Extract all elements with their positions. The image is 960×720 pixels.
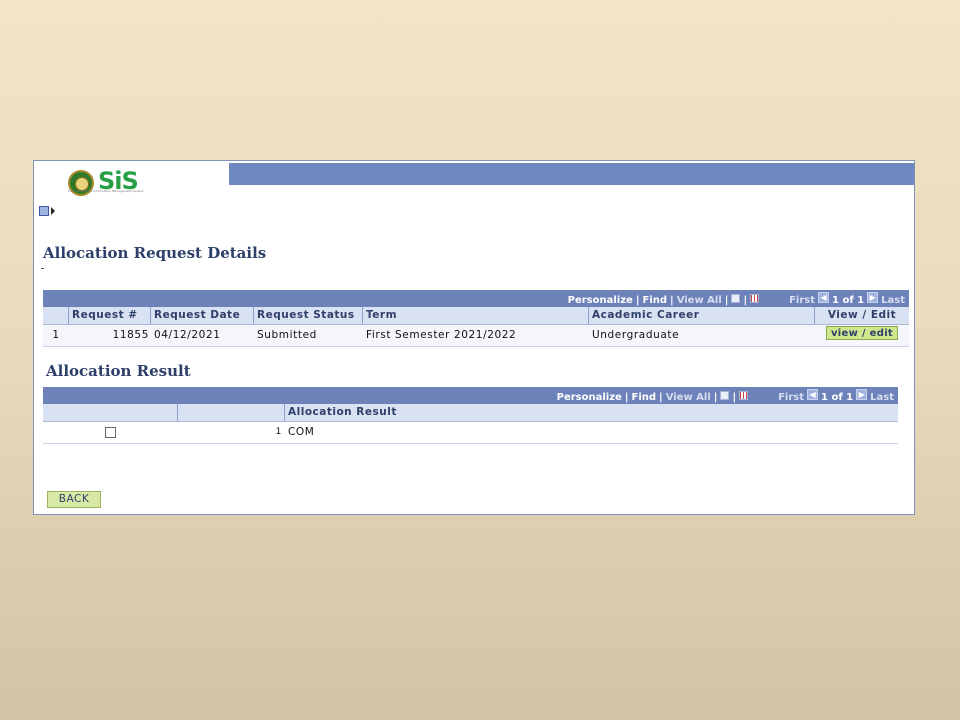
download-grid-icon[interactable] [739, 391, 749, 400]
first-link[interactable]: First [789, 295, 815, 306]
separator: | [732, 392, 737, 403]
col-academic-career[interactable]: Academic Career [589, 307, 815, 324]
next-arrow-icon[interactable]: ▶ [867, 292, 879, 303]
allocation-result-value: COM [288, 426, 315, 438]
request-status: Submitted [257, 329, 317, 341]
separator: | [659, 392, 663, 403]
col-allocation-result[interactable]: Allocation Result [285, 404, 898, 421]
row-number-header [43, 307, 69, 324]
row-number: 1 [275, 427, 282, 437]
sis-logo: SiS [68, 167, 139, 199]
zoom-icon[interactable] [720, 391, 730, 400]
col-view-edit: View / Edit [827, 309, 897, 321]
previous-arrow-icon[interactable]: ◀ [807, 389, 819, 400]
column-headers: Request # Request Date Request Status Te… [43, 307, 909, 325]
separator: | [624, 392, 629, 403]
banner-bar [229, 163, 914, 185]
separator: | [724, 295, 729, 306]
back-button[interactable]: BACK [47, 491, 101, 508]
request-date: 04/12/2021 [154, 329, 221, 341]
zoom-icon[interactable] [731, 294, 741, 303]
col-blank [178, 404, 285, 421]
allocation-result-grid: Personalize | Find | View All | | First … [43, 387, 898, 444]
separator: | [670, 295, 674, 306]
last-link[interactable]: Last [881, 295, 905, 306]
page-title: Allocation Request Details [43, 244, 267, 262]
page-count: 1 of 1 [821, 392, 854, 403]
app-window: SiS SSU-SIS Student Information Manageme… [33, 160, 915, 515]
request-number: 11855 [112, 329, 149, 341]
view-edit-cell: view / edit [815, 325, 909, 346]
find-link[interactable]: Find [631, 392, 656, 403]
row-number: 1 [52, 329, 60, 341]
top-banner [34, 161, 914, 187]
academic-career: Undergraduate [592, 329, 680, 341]
view-edit-button[interactable]: view / edit [825, 326, 899, 340]
col-select [43, 404, 178, 421]
col-term[interactable]: Term [363, 307, 589, 324]
grid-toolbar: Personalize | Find | View All | | First … [43, 387, 898, 404]
table-row: 1 11855 04/12/2021 Submitted First Semes… [43, 325, 909, 347]
request-details-grid: Personalize | Find | View All | | First … [43, 290, 909, 347]
section-title-allocation-result: Allocation Result [46, 362, 191, 380]
divider [41, 268, 44, 269]
col-request-date[interactable]: Request Date [151, 307, 254, 324]
first-link[interactable]: First [778, 392, 804, 403]
next-arrow-icon[interactable]: ▶ [856, 389, 868, 400]
last-link[interactable]: Last [870, 392, 894, 403]
view-all-link[interactable]: View All [666, 392, 711, 403]
term: First Semester 2021/2022 [366, 329, 517, 341]
logo-subtitle: SSU-SIS Student Information Management S… [68, 189, 144, 193]
previous-arrow-icon[interactable]: ◀ [818, 292, 830, 303]
menu-toggle-icon[interactable] [39, 206, 49, 216]
personalize-link[interactable]: Personalize [568, 295, 633, 306]
download-grid-icon[interactable] [750, 294, 760, 303]
find-link[interactable]: Find [642, 295, 667, 306]
separator: | [635, 295, 640, 306]
table-row: 1 COM [43, 422, 898, 444]
select-cell [43, 422, 178, 443]
separator: | [743, 295, 748, 306]
row-checkbox[interactable] [105, 426, 116, 438]
personalize-link[interactable]: Personalize [557, 392, 622, 403]
col-request-no[interactable]: Request # [69, 307, 151, 324]
column-headers: Allocation Result [43, 404, 898, 422]
view-all-link[interactable]: View All [677, 295, 722, 306]
separator: | [713, 392, 718, 403]
grid-toolbar: Personalize | Find | View All | | First … [43, 290, 909, 307]
expand-arrow-icon[interactable] [51, 207, 55, 215]
col-request-status[interactable]: Request Status [254, 307, 363, 324]
page-count: 1 of 1 [832, 295, 865, 306]
